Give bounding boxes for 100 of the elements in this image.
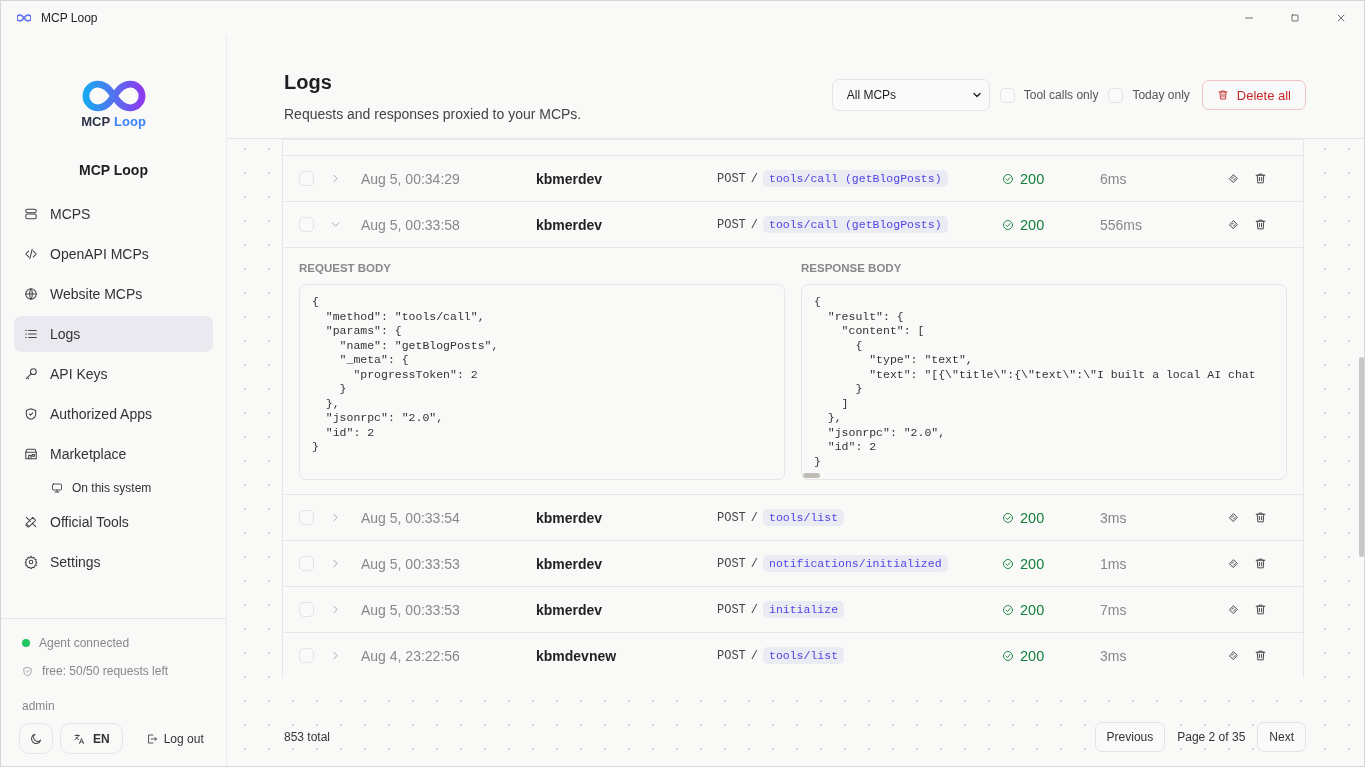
path-separator: / — [750, 648, 758, 663]
status-code: 200 — [1020, 509, 1045, 526]
request-path: initialize — [763, 601, 845, 618]
stack-icon — [24, 207, 38, 221]
status-code: 200 — [1020, 555, 1045, 572]
code-line: "_meta": { — [338, 353, 409, 368]
window-title: MCP Loop — [41, 11, 98, 25]
code-line: }, — [324, 396, 340, 411]
timestamp: Aug 4, 23:22:56 — [361, 647, 460, 664]
sidebar-item[interactable]: Website MCPs — [14, 276, 213, 312]
sidebar-item[interactable]: Official Tools — [14, 504, 213, 540]
code-line: "method": "tools/call", — [324, 309, 485, 324]
code-line: } — [814, 454, 821, 469]
timestamp: Aug 5, 00:33:53 — [361, 601, 460, 618]
code-line: "type": "text", — [868, 353, 973, 368]
settings-icon — [24, 555, 38, 569]
mcp-filter-dropdown[interactable]: All MCPs — [831, 79, 990, 111]
http-method: POST — [717, 510, 746, 525]
sidebar-item[interactable]: Authorized Apps — [14, 396, 213, 432]
code-line: "result": { — [826, 309, 904, 324]
theme-button[interactable] — [19, 723, 53, 754]
trash-icon[interactable] — [1254, 218, 1267, 231]
status-code: 200 — [1020, 216, 1045, 233]
app-logo-icon — [17, 13, 31, 23]
sidebar-item[interactable]: Settings — [14, 544, 213, 580]
sidebar-item[interactable]: MCPS — [14, 196, 213, 232]
sidebar-subitem[interactable]: On this system — [14, 476, 213, 500]
path-separator: / — [750, 510, 758, 525]
delete-all-button[interactable]: Delete all — [1201, 80, 1306, 110]
path-separator: / — [750, 171, 758, 186]
http-method: POST — [717, 217, 746, 232]
previous-button[interactable]: Previous — [1094, 722, 1166, 752]
code-line: { — [312, 295, 319, 310]
page-indicator: Page 2 of 35 — [1177, 730, 1246, 744]
path-separator: / — [750, 602, 758, 617]
duration: 1ms — [1100, 555, 1127, 572]
page-title: Logs — [284, 71, 333, 94]
row-checkbox[interactable] — [299, 510, 314, 525]
trash-icon[interactable] — [1254, 603, 1267, 616]
trash-icon[interactable] — [1254, 649, 1267, 662]
request-path: tools/list — [763, 509, 845, 526]
row-checkbox[interactable] — [299, 217, 314, 232]
code-line: "name": "getBlogPosts", — [338, 338, 499, 353]
status-code: 200 — [1020, 170, 1045, 187]
http-method: POST — [717, 602, 746, 617]
timestamp: Aug 5, 00:33:54 — [361, 509, 460, 526]
row-checkbox[interactable] — [299, 171, 314, 186]
code-line: "content": [ — [840, 324, 925, 339]
shield-icon — [22, 665, 33, 677]
user-name: admin — [21, 699, 56, 713]
shield-icon — [24, 407, 38, 421]
moon-icon — [29, 731, 43, 746]
trash-icon[interactable] — [1254, 511, 1267, 524]
next-button[interactable]: Next — [1257, 722, 1306, 752]
request-path: tools/call (getBlogPosts) — [763, 170, 948, 187]
trash-icon[interactable] — [1254, 557, 1267, 570]
code-line: "text": "[{\"title\":{\"text\":\"I built a local AI chat — [868, 367, 1256, 382]
code-line: "jsonrpc": "2.0", — [826, 425, 946, 440]
row-checkbox[interactable] — [299, 648, 314, 663]
duration: 3ms — [1100, 509, 1127, 526]
total-count: 853 total — [284, 730, 331, 744]
request-path: notifications/initialized — [763, 555, 948, 572]
agent-status: Agent connected — [39, 636, 130, 650]
checkbox-label: Tool calls only — [1023, 88, 1099, 102]
checkbox[interactable] — [1108, 87, 1124, 103]
row-checkbox[interactable] — [299, 602, 314, 617]
list-icon — [24, 327, 38, 341]
logout-icon — [145, 732, 158, 745]
user-name: kbmerdev — [536, 170, 603, 187]
duration: 3ms — [1100, 647, 1127, 664]
code-line: "id": 2 — [324, 425, 375, 440]
logout-button[interactable]: Log out — [141, 727, 208, 750]
code-line: } — [854, 382, 863, 397]
scrollbar-thumb[interactable] — [803, 473, 820, 478]
user-name: kbmerdev — [536, 555, 603, 572]
sidebar-item[interactable]: Marketplace — [14, 436, 213, 472]
checkbox[interactable] — [999, 87, 1015, 103]
user-name: kbmerdev — [536, 216, 603, 233]
row-checkbox[interactable] — [299, 556, 314, 571]
user-name: kbmerdev — [536, 601, 603, 618]
sidebar-item[interactable]: API Keys — [14, 356, 213, 392]
timestamp: Aug 5, 00:33:53 — [361, 555, 460, 572]
sidebar-item[interactable]: Logs — [14, 316, 213, 352]
logo-word: MCP — [81, 114, 111, 129]
language-button[interactable]: EN — [60, 723, 123, 754]
user-name: kbmerdev — [536, 509, 603, 526]
sidebar-item[interactable]: OpenAPI MCPs — [14, 236, 213, 272]
code-line: } — [338, 382, 347, 397]
logo-word: Loop — [114, 114, 146, 129]
path-separator: / — [750, 217, 758, 232]
page-subtitle: Requests and responses proxied to your MCPs. — [284, 106, 582, 122]
http-method: POST — [717, 171, 746, 186]
globe-icon — [24, 287, 38, 301]
trash-icon[interactable] — [1254, 172, 1267, 185]
status-code: 200 — [1020, 601, 1045, 618]
translate-icon — [73, 732, 85, 745]
code-icon — [24, 247, 38, 261]
scrollbar-thumb[interactable] — [1359, 357, 1364, 557]
key-icon — [24, 367, 38, 381]
duration: 7ms — [1100, 601, 1127, 618]
